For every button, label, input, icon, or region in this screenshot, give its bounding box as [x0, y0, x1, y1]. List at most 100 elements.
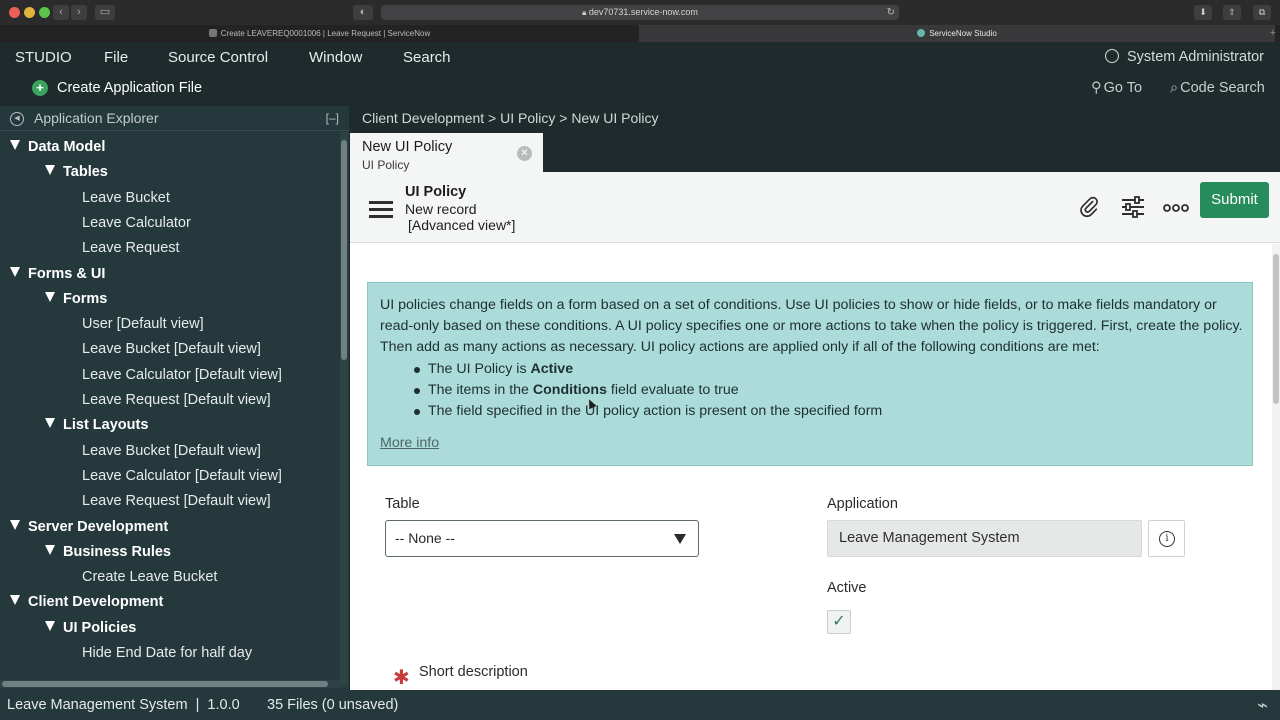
tree-folder[interactable]: List Layouts	[45, 417, 148, 439]
application-value: Leave Management System	[839, 530, 1020, 546]
info-paragraph: UI policies change fields on a form base…	[380, 297, 1243, 356]
back-arrow-icon[interactable]: ◀	[10, 112, 24, 126]
share-icon[interactable]: ⇧	[1223, 5, 1241, 20]
tree-folder[interactable]: Tables	[45, 164, 108, 186]
submit-button[interactable]: Submit	[1200, 182, 1269, 218]
user-menu[interactable]: System Administrator	[1105, 49, 1264, 65]
connection-icon[interactable]: ⌁	[1257, 695, 1268, 716]
browser-tab-studio[interactable]: ServiceNow Studio	[639, 25, 1275, 42]
tree-item-label: Data Model	[28, 139, 106, 155]
tree-item[interactable]: Leave Bucket [Default view]	[82, 341, 261, 363]
tree-folder[interactable]: Client Development	[10, 594, 163, 616]
tree-item-label: Server Development	[28, 518, 169, 535]
form-view-label: [Advanced view*]	[408, 217, 516, 233]
close-icon[interactable]: ✕	[517, 146, 532, 161]
browser-tab-leave-request[interactable]: Create LEAVEREQ0001006 | Leave Request |…	[0, 25, 639, 42]
status-app-version: Leave Management System | 1.0.0	[7, 697, 240, 713]
zoom-window-button[interactable]	[39, 7, 50, 18]
bullet-text: The field specified in the UI policy act…	[428, 403, 883, 420]
expand-triangle-icon[interactable]	[10, 140, 20, 150]
chevron-left-icon[interactable]: ‹	[53, 5, 69, 20]
hamburger-menu-icon[interactable]	[369, 201, 393, 219]
tree-item[interactable]: Leave Bucket	[82, 190, 170, 212]
list-item: The UI Policy is Active	[414, 359, 882, 380]
scrollbar-thumb[interactable]	[1273, 254, 1279, 404]
menu-window[interactable]: Window	[309, 49, 362, 66]
minimize-window-button[interactable]	[24, 7, 35, 18]
scrollbar-thumb[interactable]	[2, 681, 328, 687]
sidebar-icon[interactable]: ▭	[95, 5, 115, 20]
tree-item[interactable]: User [Default view]	[82, 316, 204, 338]
tree-item[interactable]: Leave Calculator [Default view]	[82, 367, 282, 389]
tree-item-label: Tables	[63, 164, 108, 181]
download-icon[interactable]: ⬇	[1194, 5, 1212, 20]
expand-triangle-icon[interactable]	[45, 620, 55, 631]
tabs-icon[interactable]: ⧉	[1253, 5, 1271, 20]
breadcrumb-text[interactable]: Client Development > UI Policy > New UI …	[362, 110, 658, 126]
paperclip-icon[interactable]	[1075, 193, 1103, 221]
plus-icon[interactable]: +	[1270, 25, 1276, 42]
tree-item[interactable]: Hide End Date for half day	[82, 645, 252, 667]
document-tabs: New UI Policy UI Policy ✕	[350, 130, 1280, 172]
menu-source-control[interactable]: Source Control	[168, 49, 268, 66]
tree-folder[interactable]: Forms & UI	[10, 266, 105, 288]
more-info-link[interactable]: More info	[380, 433, 439, 454]
tree-item[interactable]: Leave Bucket [Default view]	[82, 443, 261, 465]
user-name: System Administrator	[1127, 49, 1264, 65]
list-item: The field specified in the UI policy act…	[414, 401, 882, 422]
form-header: UI Policy New record [Advanced view*]	[350, 172, 1280, 243]
tree-item[interactable]: Leave Request	[82, 240, 180, 262]
tree-folder[interactable]: Server Development	[10, 519, 168, 541]
expand-triangle-icon[interactable]	[10, 595, 20, 606]
collapse-all-button[interactable]: [–]	[326, 111, 339, 125]
tree-item-label: Leave Request	[82, 240, 180, 257]
tree-folder[interactable]: Data Model	[10, 139, 105, 161]
tree-item[interactable]: Leave Request [Default view]	[82, 493, 271, 515]
code-search-icon: ⌕	[1170, 80, 1179, 96]
sliders-icon[interactable]	[1119, 193, 1147, 221]
expand-triangle-icon[interactable]	[45, 165, 55, 176]
explorer-vertical-scrollbar[interactable]	[340, 132, 348, 687]
code-search-button[interactable]: ⌕ Code Search	[1170, 80, 1265, 96]
url-bar[interactable]: 🔒︎ dev70731.service-now.com ↻	[381, 5, 899, 20]
expand-triangle-icon[interactable]	[45, 544, 55, 555]
menu-file[interactable]: File	[104, 49, 128, 66]
code-search-label: Code Search	[1180, 80, 1265, 96]
tree-folder[interactable]: Business Rules	[45, 544, 171, 566]
explorer-horizontal-scrollbar[interactable]	[0, 680, 340, 688]
tree-item[interactable]: Leave Request [Default view]	[82, 392, 271, 414]
shield-icon[interactable]: ◐	[353, 5, 373, 20]
tree-item[interactable]: Create Leave Bucket	[82, 569, 217, 591]
application-info-button[interactable]: i	[1148, 520, 1185, 557]
reload-icon[interactable]: ↻	[887, 5, 895, 20]
tree-folder[interactable]: UI Policies	[45, 620, 136, 642]
lock-icon: 🔒︎	[582, 8, 587, 17]
tab-new-ui-policy[interactable]: New UI Policy UI Policy ✕	[350, 133, 543, 172]
browser-tab-label: Create LEAVEREQ0001006 | Leave Request |…	[220, 29, 431, 38]
form-vertical-scrollbar[interactable]	[1272, 244, 1280, 690]
close-window-button[interactable]	[9, 7, 20, 18]
scrollbar-thumb[interactable]	[341, 140, 347, 360]
table-label: Table	[385, 496, 420, 512]
tree-item[interactable]: Leave Calculator [Default view]	[82, 468, 282, 490]
chevron-right-icon[interactable]: ›	[71, 5, 87, 20]
create-application-file-button[interactable]: + Create Application File	[32, 80, 202, 96]
tree-item-label: Leave Calculator [Default view]	[82, 467, 282, 484]
expand-triangle-icon[interactable]	[45, 418, 55, 429]
go-to-button[interactable]: ⚲ Go To	[1091, 80, 1142, 96]
tree-folder[interactable]: Forms	[45, 291, 107, 313]
bullet-bold: Conditions	[532, 382, 607, 399]
expand-triangle-icon[interactable]	[10, 266, 20, 277]
tree-item[interactable]: Leave Calculator	[82, 215, 191, 237]
tab-subtitle: UI Policy	[362, 158, 410, 172]
expand-triangle-icon[interactable]	[45, 291, 55, 302]
table-select[interactable]: -- None --	[385, 520, 699, 557]
checkmark-icon: ✓	[832, 613, 846, 630]
more-icon[interactable]	[1162, 193, 1190, 221]
expand-triangle-icon[interactable]	[10, 519, 20, 530]
menu-studio[interactable]: STUDIO	[15, 49, 72, 66]
tree-item-label: Leave Calculator [Default view]	[82, 366, 282, 383]
menu-search[interactable]: Search	[403, 49, 451, 66]
active-checkbox[interactable]: ✓	[827, 610, 851, 634]
tree-item-label: Leave Bucket [Default view]	[82, 442, 261, 459]
